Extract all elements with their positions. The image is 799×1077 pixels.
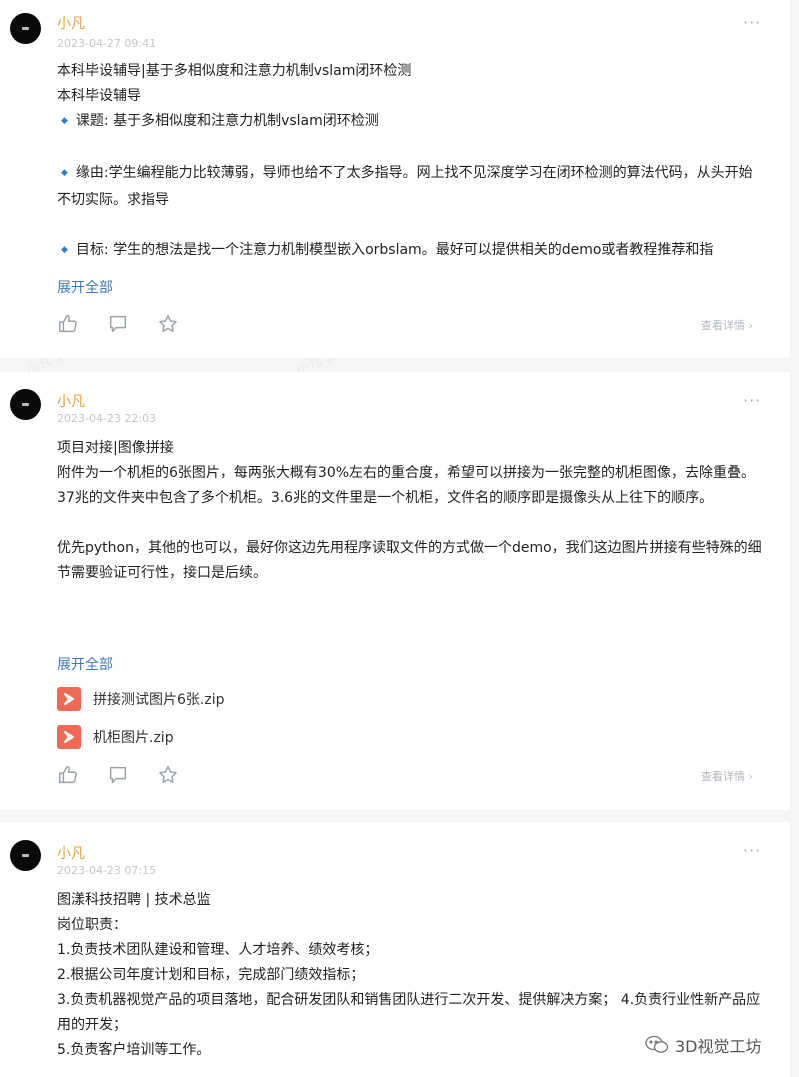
author-name[interactable]: 小凡 [57, 391, 85, 411]
attachment-name: 机柜图片.zip [93, 730, 174, 746]
view-details-link[interactable]: 查看详情 › [701, 768, 753, 784]
post-title: 图漾科技招聘 | 技术总监 [57, 892, 211, 908]
attachment-name: 拼接测试图片6张.zip [93, 692, 225, 708]
post-time: 2023-04-23 22:03 [57, 412, 157, 425]
expand-all-link[interactable]: 展开全部 [57, 654, 113, 674]
more-options-icon[interactable]: ··· [743, 393, 761, 409]
author-name[interactable]: 小凡 [57, 13, 85, 33]
content-paragraph: 附件为一个机柜的6张图片，每两张大概有30%左右的重合度，希望可以拼接为一张完整… [57, 465, 756, 506]
chevron-right-icon: › [748, 319, 753, 332]
star-icon[interactable] [157, 313, 179, 335]
zip-file-icon [57, 687, 81, 711]
content-paragraph: 优先python，其他的也可以，最好你这边先用程序读取文件的方式做一个demo，… [57, 540, 762, 581]
avatar[interactable] [10, 840, 41, 871]
bullet-line: 目标: 学生的想法是找一个注意力机制模型嵌入orbslam。最好可以提供相关的d… [57, 238, 762, 265]
thumbs-up-icon[interactable] [57, 764, 79, 786]
thumbs-up-icon[interactable] [57, 313, 79, 335]
avatar[interactable] [10, 13, 41, 44]
more-options-icon[interactable]: ··· [743, 843, 761, 859]
post-feed: 小凡 15451248444852 小凡 15451248444852 小凡 1… [0, 0, 799, 1077]
attachment-item[interactable]: 拼接测试图片6张.zip [57, 687, 224, 711]
view-details-label: 查看详情 [701, 770, 745, 783]
post-title: 项目对接|图像拼接 [57, 440, 174, 456]
comment-icon[interactable] [107, 764, 129, 786]
post-content: 本科毕设辅导|基于多相似度和注意力机制vslam闭环检测 本科毕设辅导 课题: … [57, 59, 762, 265]
post-time: 2023-04-23 07:15 [57, 864, 157, 877]
action-bar [57, 313, 179, 335]
wechat-icon [645, 1035, 669, 1053]
star-icon[interactable] [157, 764, 179, 786]
attachment-item[interactable]: 机柜图片.zip [57, 725, 174, 749]
brand-name: 3D视觉工坊 [675, 1037, 762, 1056]
brand-badge: 3D视觉工坊 [645, 1033, 762, 1057]
bullet-line: 课题: 基于多相似度和注意力机制vslam闭环检测 [57, 109, 762, 136]
bullet-line: 缘由:学生编程能力比较薄弱，导师也给不了太多指导。网上找不见深度学习在闭环检测的… [57, 161, 762, 213]
post-content: 项目对接|图像拼接 附件为一个机柜的6张图片，每两张大概有30%左右的重合度，希… [57, 436, 762, 586]
expand-all-link[interactable]: 展开全部 [57, 277, 113, 297]
author-name[interactable]: 小凡 [57, 843, 85, 863]
action-bar [57, 764, 179, 786]
view-details-label: 查看详情 [701, 319, 745, 332]
content-line: 岗位职责： [57, 917, 127, 933]
post-title: 本科毕设辅导|基于多相似度和注意力机制vslam闭环检测 [57, 63, 412, 79]
more-options-icon[interactable]: ··· [743, 15, 761, 31]
content-line: 本科毕设辅导 [57, 88, 141, 104]
view-details-link[interactable]: 查看详情 › [701, 317, 753, 333]
avatar[interactable] [10, 389, 41, 420]
post-card[interactable]: 小凡 2023-04-27 09:41 ··· 本科毕设辅导|基于多相似度和注意… [0, 0, 790, 358]
post-card[interactable]: 小凡 2023-04-23 22:03 ··· 项目对接|图像拼接 附件为一个机… [0, 372, 790, 810]
content-line: 1.负责技术团队建设和管理、人才培养、绩效考核； [57, 942, 379, 958]
content-line: 3.负责机器视觉产品的项目落地，配合研发团队和销售团队进行二次开发、提供解决方案… [57, 992, 761, 1033]
content-line: 2.根据公司年度计划和目标，完成部门绩效指标； [57, 967, 365, 983]
post-time: 2023-04-27 09:41 [57, 37, 157, 50]
chevron-right-icon: › [748, 770, 753, 783]
comment-icon[interactable] [107, 313, 129, 335]
zip-file-icon [57, 725, 81, 749]
